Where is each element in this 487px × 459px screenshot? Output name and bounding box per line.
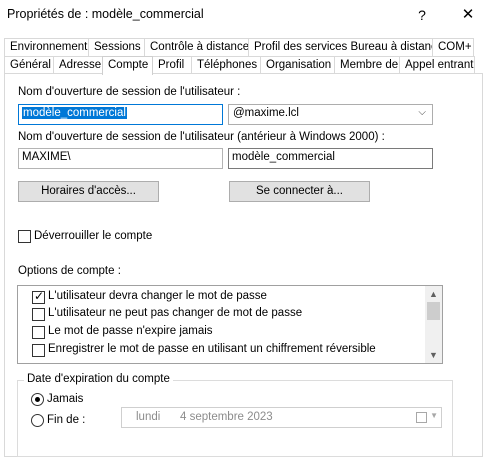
date-day: lundi bbox=[136, 411, 161, 423]
never-radio[interactable] bbox=[31, 393, 44, 406]
unlock-account-label: Déverrouiller le compte bbox=[34, 230, 153, 242]
option-checkbox[interactable] bbox=[32, 289, 45, 304]
account-options-list[interactable]: L'utilisateur devra changer le mot de pa… bbox=[17, 285, 443, 364]
tab-member-of[interactable]: Membre de bbox=[334, 56, 400, 74]
date-value: 4 septembre 2023 bbox=[180, 411, 273, 423]
tab-environment[interactable]: Environnement bbox=[4, 38, 89, 56]
tab-row-2: Général Adresse Compte Profil Téléphones… bbox=[4, 56, 475, 75]
logon-hours-button[interactable]: Horaires d'accès... bbox=[18, 181, 159, 202]
tab-sessions[interactable]: Sessions bbox=[88, 38, 145, 56]
tab-com-plus[interactable]: COM+ bbox=[432, 38, 474, 56]
pre2000-domain-field: MAXIME\ bbox=[18, 148, 223, 169]
end-of-radio[interactable] bbox=[31, 414, 44, 427]
list-item[interactable]: L'utilisateur ne peut pas changer de mot… bbox=[18, 306, 426, 323]
account-options-label: Options de compte : bbox=[18, 265, 121, 277]
pre2000-username-input[interactable]: modèle_commercial bbox=[228, 148, 433, 169]
list-item[interactable]: Le mot de passe n'expire jamais bbox=[18, 324, 426, 341]
option-checkbox[interactable] bbox=[32, 326, 45, 339]
expiration-date-picker[interactable]: lundi 4 septembre 2023 ▼ bbox=[121, 407, 442, 428]
never-label: Jamais bbox=[47, 393, 84, 405]
expiration-title: Date d'expiration du compte bbox=[24, 373, 173, 385]
unlock-account-checkbox[interactable] bbox=[18, 230, 31, 243]
tab-profile[interactable]: Profil bbox=[152, 56, 192, 74]
upn-suffix-dropdown[interactable]: @maxime.lcl ⌵ bbox=[228, 104, 433, 125]
logon-to-button[interactable]: Se connecter à... bbox=[229, 181, 370, 202]
help-button[interactable]: ? bbox=[410, 4, 434, 26]
scroll-down-icon[interactable]: ▼ bbox=[425, 347, 442, 363]
upn-suffix-value: @maxime.lcl bbox=[233, 107, 299, 119]
window-title: Propriétés de : modèle_commercial bbox=[7, 7, 204, 21]
option-label: L'utilisateur ne peut pas changer de mot… bbox=[48, 307, 303, 319]
scroll-thumb[interactable] bbox=[427, 302, 440, 320]
logon-name-input[interactable]: modèle_commercial bbox=[18, 104, 223, 125]
list-item[interactable]: L'utilisateur devra changer le mot de pa… bbox=[18, 289, 426, 306]
option-label: L'utilisateur devra changer le mot de pa… bbox=[48, 290, 267, 302]
option-checkbox[interactable] bbox=[32, 344, 45, 357]
tab-row-1: Environnement Sessions Contrôle à distan… bbox=[4, 38, 474, 56]
tab-dial-in[interactable]: Appel entrant bbox=[399, 56, 475, 74]
chevron-down-icon: ⌵ bbox=[418, 107, 426, 118]
option-label: Enregistrer le mot de passe en utilisant… bbox=[48, 343, 376, 355]
tab-rds-profile[interactable]: Profil des services Bureau à distance bbox=[248, 38, 443, 56]
title-bar: Propriétés de : modèle_commercial ? ✕ bbox=[0, 0, 487, 30]
pre2000-logon-label: Nom d'ouverture de session de l'utilisat… bbox=[18, 131, 385, 143]
logon-name-label: Nom d'ouverture de session de l'utilisat… bbox=[18, 86, 241, 98]
tab-general[interactable]: Général bbox=[4, 56, 54, 74]
tab-remote-control[interactable]: Contrôle à distance bbox=[144, 38, 249, 56]
logon-name-value: modèle_commercial bbox=[22, 107, 127, 119]
option-label: Le mot de passe n'expire jamais bbox=[48, 325, 213, 337]
chevron-down-icon[interactable]: ▼ bbox=[430, 411, 438, 420]
close-button[interactable]: ✕ bbox=[456, 4, 480, 26]
tab-organization[interactable]: Organisation bbox=[260, 56, 335, 74]
option-checkbox[interactable] bbox=[32, 308, 45, 321]
scroll-up-icon[interactable]: ▲ bbox=[425, 286, 442, 302]
options-scrollbar[interactable]: ▲ ▼ bbox=[425, 286, 442, 363]
tab-account[interactable]: Compte bbox=[102, 56, 153, 75]
calendar-icon[interactable] bbox=[416, 412, 427, 423]
end-of-label: Fin de : bbox=[47, 414, 86, 426]
tab-address[interactable]: Adresse bbox=[53, 56, 103, 74]
tab-telephones[interactable]: Téléphones bbox=[191, 56, 261, 74]
list-item[interactable]: Enregistrer le mot de passe en utilisant… bbox=[18, 342, 426, 359]
